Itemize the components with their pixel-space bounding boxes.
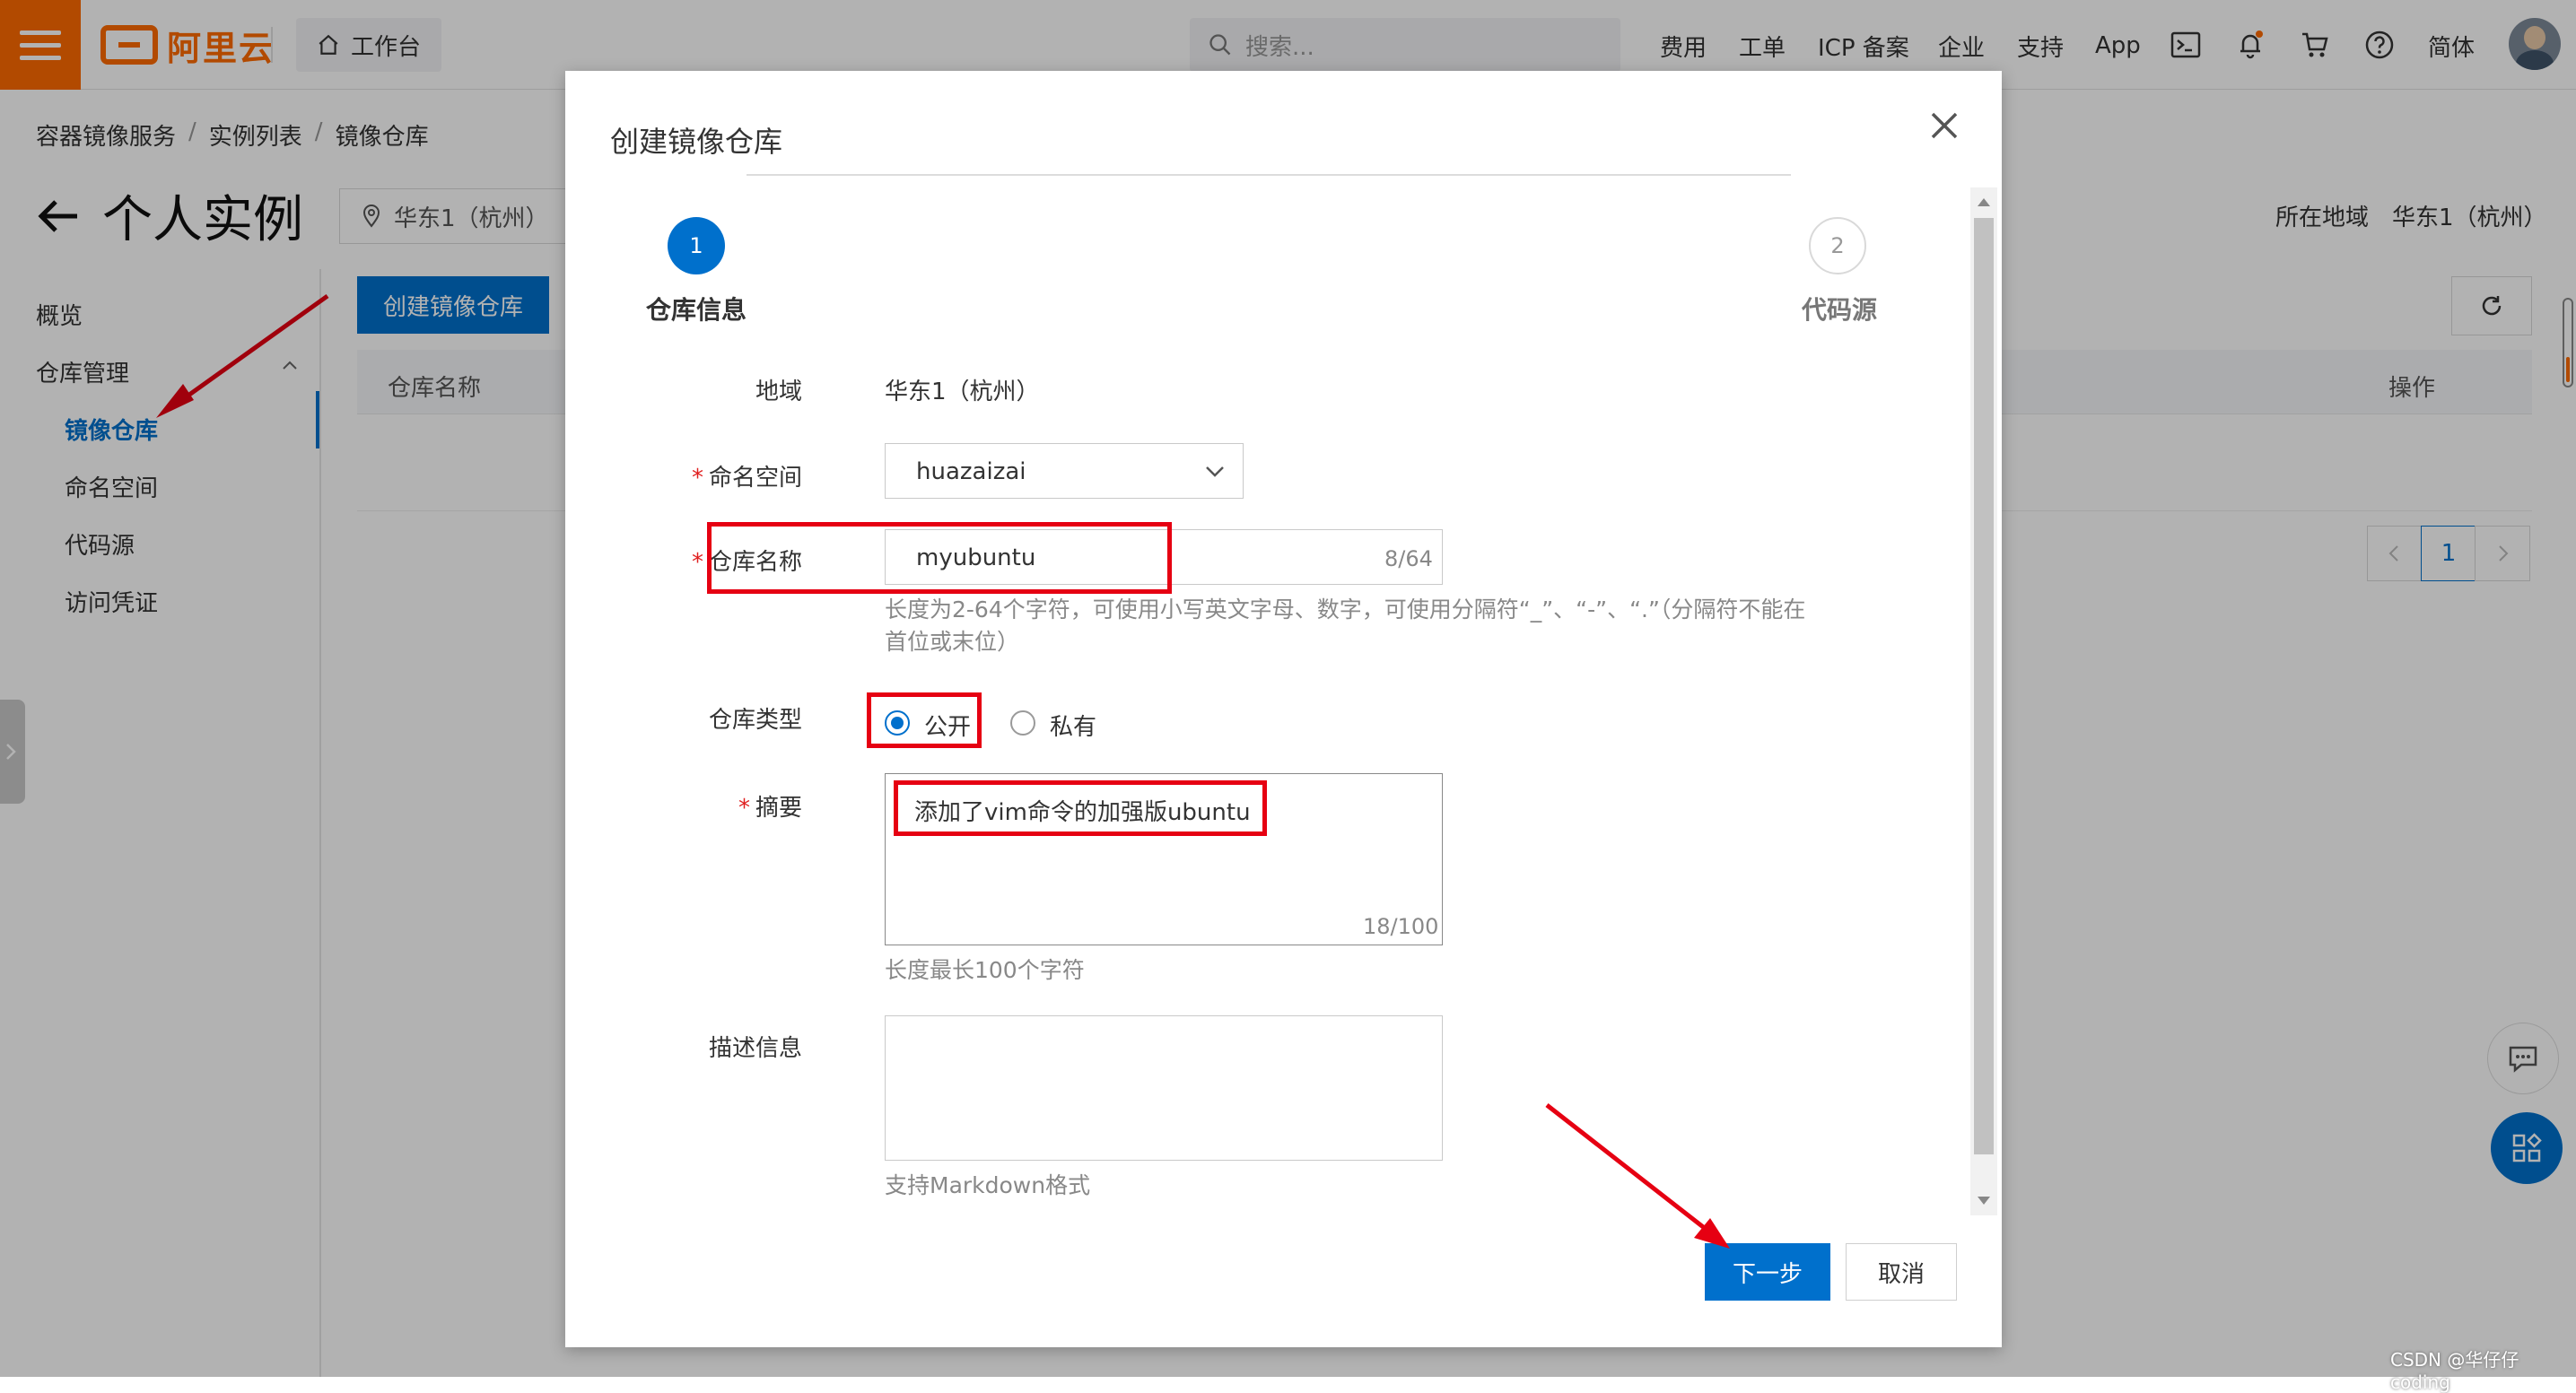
description-textarea[interactable] (885, 1015, 1443, 1161)
scroll-up-arrow[interactable] (1978, 198, 1990, 206)
repo-type-label: 仓库类型 (708, 707, 802, 734)
region-value: 华东1（杭州） (885, 379, 1040, 405)
annotation-box-repo-name (707, 522, 1172, 594)
description-label: 描述信息 (708, 1035, 802, 1062)
namespace-value: huazaizai (916, 458, 1026, 485)
namespace-select[interactable]: huazaizai (885, 443, 1244, 499)
annotation-arrow-next (1545, 1103, 1730, 1249)
step-2-label: 代码源 (1802, 295, 1878, 325)
close-icon[interactable] (1922, 103, 1967, 148)
step-1-indicator: 1 (668, 217, 725, 274)
namespace-label: * 命名空间 (691, 465, 802, 492)
summary-hint: 长度最长100个字符 (885, 957, 1085, 983)
watermark: CSDN @华仔仔coding (2390, 1349, 2519, 1393)
description-hint: 支持Markdown格式 (885, 1172, 1091, 1198)
steps-connector (747, 174, 1791, 176)
annotation-box-public (867, 692, 982, 748)
dialog-scrollbar[interactable] (1970, 187, 1997, 1215)
region-label: 地域 (755, 379, 802, 405)
scrollbar-thumb[interactable] (1974, 218, 1994, 1154)
radio-private-label[interactable]: 私有 (1050, 709, 1096, 742)
step-2-indicator: 2 (1809, 217, 1866, 274)
radio-private[interactable] (1010, 710, 1035, 736)
summary-label: * 摘要 (738, 795, 802, 822)
dialog-title: 创建镜像仓库 (610, 125, 783, 159)
chevron-down-icon (1206, 466, 1224, 477)
scroll-down-arrow[interactable] (1978, 1197, 1990, 1205)
repo-name-counter: 8/64 (1384, 546, 1433, 571)
cancel-button[interactable]: 取消 (1846, 1243, 1957, 1301)
summary-counter: 18/100 (1363, 914, 1439, 939)
annotation-box-summary (894, 780, 1267, 836)
step-1-label: 仓库信息 (646, 295, 747, 325)
repo-name-hint: 长度为2-64个字符，可使用小写英文字母、数字，可使用分隔符“_”、“-”、“.… (885, 596, 1806, 655)
